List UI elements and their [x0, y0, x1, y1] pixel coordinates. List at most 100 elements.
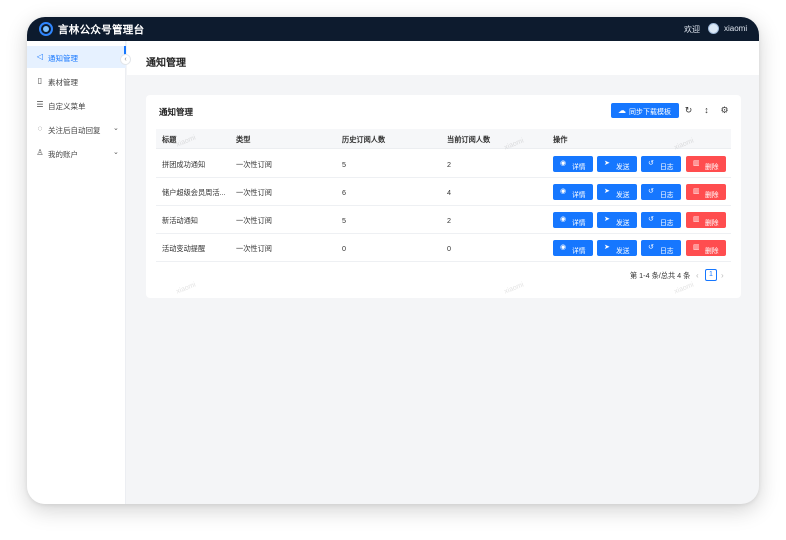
cell-history-subscribers: 6	[342, 188, 346, 197]
menu-list-icon: ☰	[36, 100, 44, 109]
eye-icon: ◉	[560, 244, 567, 251]
app-window: 言林公众号管理台 欢迎 xiaomi ◁ 通知管理 ▯ 素材管理 ☰ 自定义菜单…	[27, 17, 759, 504]
sidebar-item-auto-reply[interactable]: ◌ 关注后自动回复 ⌄	[27, 118, 126, 140]
sidebar-item-materials[interactable]: ▯ 素材管理	[27, 70, 126, 92]
send-button[interactable]: ➤ 发送	[597, 156, 637, 172]
trash-icon: ▥	[693, 216, 700, 223]
pagination-summary: 第 1-4 条/总共 4 条	[630, 271, 691, 280]
history-button[interactable]: ↺ 日志	[641, 184, 681, 200]
send-button[interactable]: ➤ 发送	[597, 240, 637, 256]
table-header: 标题 类型 历史订阅人数 当前订阅人数 操作	[156, 129, 731, 149]
page-title: 通知管理	[146, 58, 186, 69]
trash-button[interactable]: ▥ 删除	[686, 156, 726, 172]
chat-icon: ◌	[37, 124, 43, 133]
cell-history-subscribers: 5	[342, 160, 346, 169]
send-icon: ➤	[604, 188, 610, 195]
action-label: 详情	[572, 191, 586, 199]
eye-icon: ◉	[560, 160, 567, 167]
action-label: 日志	[660, 191, 674, 199]
table-row: 活动变动提醒 一次性订阅 0 0 ◉ 详情 ➤ 发送 ↺ 日志 ▥ 删除	[156, 234, 731, 262]
eye-button[interactable]: ◉ 详情	[553, 156, 593, 172]
action-label: 日志	[660, 247, 674, 255]
app-title: 言林公众号管理台	[58, 24, 145, 36]
eye-icon: ◉	[560, 216, 567, 223]
cell-type: 一次性订阅	[236, 160, 272, 169]
density-icon[interactable]: ↕	[701, 105, 712, 116]
sidebar-item-label: 通知管理	[48, 54, 78, 63]
trash-icon: ▥	[693, 244, 700, 251]
send-button[interactable]: ➤ 发送	[597, 184, 637, 200]
action-label: 详情	[572, 247, 586, 255]
sidebar-item-label: 素材管理	[48, 78, 78, 87]
cell-title: 拼团成功通知	[162, 160, 206, 169]
pagination-prev-button[interactable]: ‹	[696, 271, 699, 280]
send-icon: ➤	[604, 244, 610, 251]
action-label: 删除	[705, 247, 719, 255]
eye-button[interactable]: ◉ 详情	[553, 240, 593, 256]
sidebar-collapse-button[interactable]: ‹	[120, 54, 131, 65]
history-button[interactable]: ↺ 日志	[641, 240, 681, 256]
username[interactable]: xiaomi	[724, 24, 747, 33]
send-icon: ➤	[604, 216, 610, 223]
top-bar: 言林公众号管理台 欢迎 xiaomi	[27, 17, 759, 41]
watermark: xiaomi	[503, 281, 525, 296]
eye-button[interactable]: ◉ 详情	[553, 212, 593, 228]
watermark: xiaomi	[175, 281, 197, 296]
notification-table-card: 通知管理 ☁ 同步下载模板 ↻ ↕ ⚙ 标题 类型 历史订阅人数 当前订阅人数 …	[146, 95, 741, 298]
page-header: 通知管理	[127, 41, 759, 75]
sidebar-item-my-account[interactable]: ♙ 我的账户 ⌄	[27, 142, 126, 164]
action-label: 发送	[616, 219, 630, 227]
file-icon: ▯	[37, 76, 43, 85]
eye-button[interactable]: ◉ 详情	[553, 184, 593, 200]
history-icon: ↺	[648, 160, 654, 167]
sidebar-item-label: 我的账户	[48, 150, 78, 159]
column-header-history: 历史订阅人数	[342, 135, 386, 144]
column-header-actions: 操作	[553, 135, 568, 144]
action-label: 删除	[705, 219, 719, 227]
pagination-page-1[interactable]: 1	[705, 269, 717, 281]
send-button[interactable]: ➤ 发送	[597, 212, 637, 228]
megaphone-icon: ◁	[36, 52, 44, 61]
chevron-down-icon: ⌄	[113, 149, 119, 156]
avatar[interactable]	[708, 23, 719, 34]
trash-icon: ▥	[693, 188, 700, 195]
action-label: 删除	[705, 191, 719, 199]
column-header-current: 当前订阅人数	[447, 135, 491, 144]
action-label: 详情	[572, 163, 586, 171]
trash-button[interactable]: ▥ 删除	[686, 212, 726, 228]
welcome-text: 欢迎	[684, 25, 700, 34]
action-label: 发送	[616, 247, 630, 255]
table-row: 储户超级会员周活... 一次性订阅 6 4 ◉ 详情 ➤ 发送 ↺ 日志 ▥ 删除	[156, 178, 731, 206]
sidebar-item-custom-menu[interactable]: ☰ 自定义菜单	[27, 94, 126, 116]
history-icon: ↺	[648, 188, 654, 195]
pagination-next-button[interactable]: ›	[721, 271, 724, 280]
history-button[interactable]: ↺ 日志	[641, 156, 681, 172]
action-label: 发送	[616, 191, 630, 199]
send-icon: ➤	[604, 160, 610, 167]
column-header-title: 标题	[162, 135, 177, 144]
cell-type: 一次性订阅	[236, 244, 272, 253]
action-label: 发送	[616, 163, 630, 171]
table-row: 新活动通知 一次性订阅 5 2 ◉ 详情 ➤ 发送 ↺ 日志 ▥ 删除	[156, 206, 731, 234]
history-button[interactable]: ↺ 日志	[641, 212, 681, 228]
action-label: 详情	[572, 219, 586, 227]
sync-template-button[interactable]: ☁ 同步下载模板	[611, 103, 679, 118]
settings-icon[interactable]: ⚙	[719, 105, 730, 116]
history-icon: ↺	[648, 244, 654, 251]
cell-type: 一次性订阅	[236, 216, 272, 225]
watermark: xiaomi	[673, 281, 695, 296]
trash-button[interactable]: ▥ 删除	[686, 240, 726, 256]
action-label: 删除	[705, 163, 719, 171]
chevron-down-icon: ⌄	[113, 125, 119, 132]
refresh-icon[interactable]: ↻	[683, 105, 694, 116]
trash-button[interactable]: ▥ 删除	[686, 184, 726, 200]
card-title: 通知管理	[159, 107, 194, 117]
history-icon: ↺	[648, 216, 654, 223]
sidebar-item-label: 自定义菜单	[48, 102, 86, 111]
sidebar-item-notifications[interactable]: ◁ 通知管理	[27, 46, 126, 68]
cell-current-subscribers: 2	[447, 160, 451, 169]
eye-icon: ◉	[560, 188, 567, 195]
table-row: 拼团成功通知 一次性订阅 5 2 ◉ 详情 ➤ 发送 ↺ 日志 ▥ 删除	[156, 150, 731, 178]
cloud-download-icon: ☁	[618, 106, 626, 115]
trash-icon: ▥	[693, 160, 700, 167]
